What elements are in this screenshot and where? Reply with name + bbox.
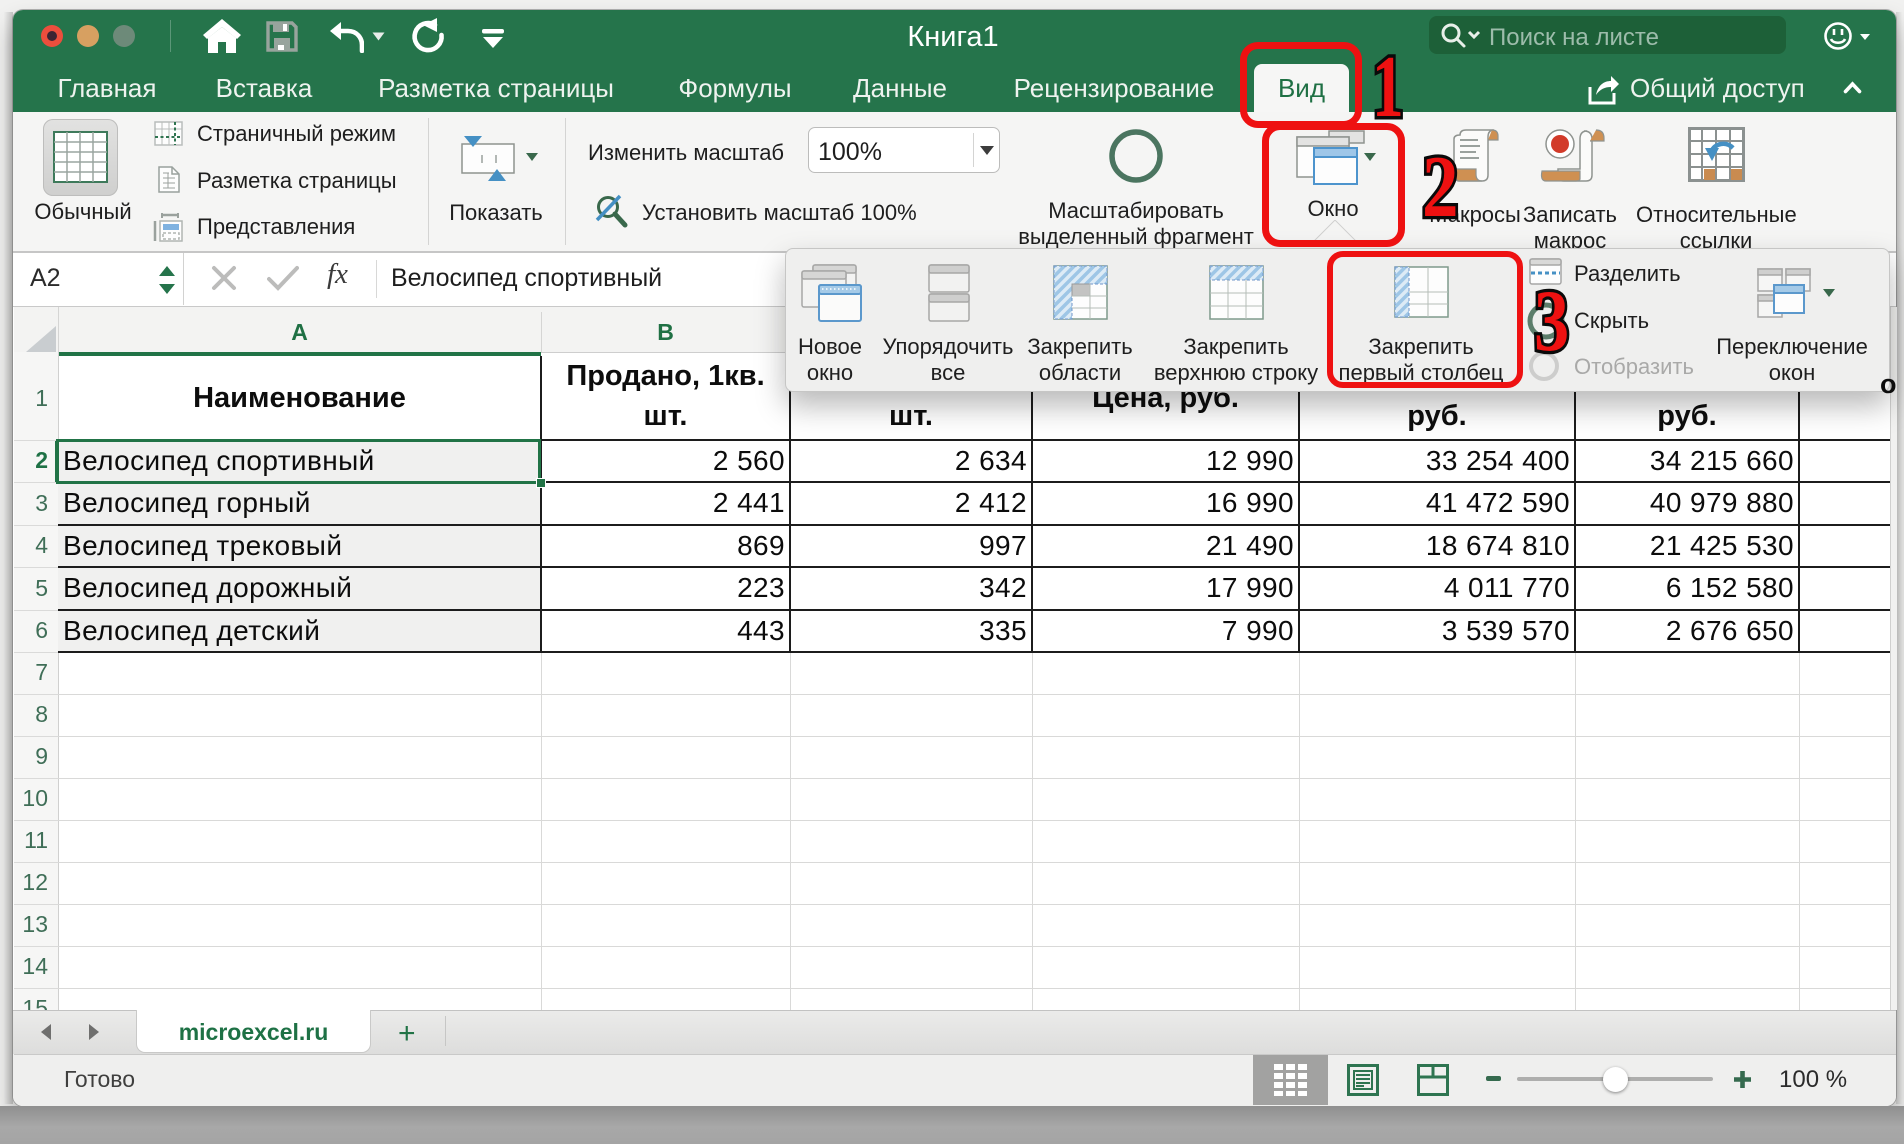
- svg-text:2: 2: [1422, 140, 1459, 230]
- svg-text:1: 1: [1372, 40, 1404, 130]
- svg-text:3: 3: [1534, 274, 1569, 364]
